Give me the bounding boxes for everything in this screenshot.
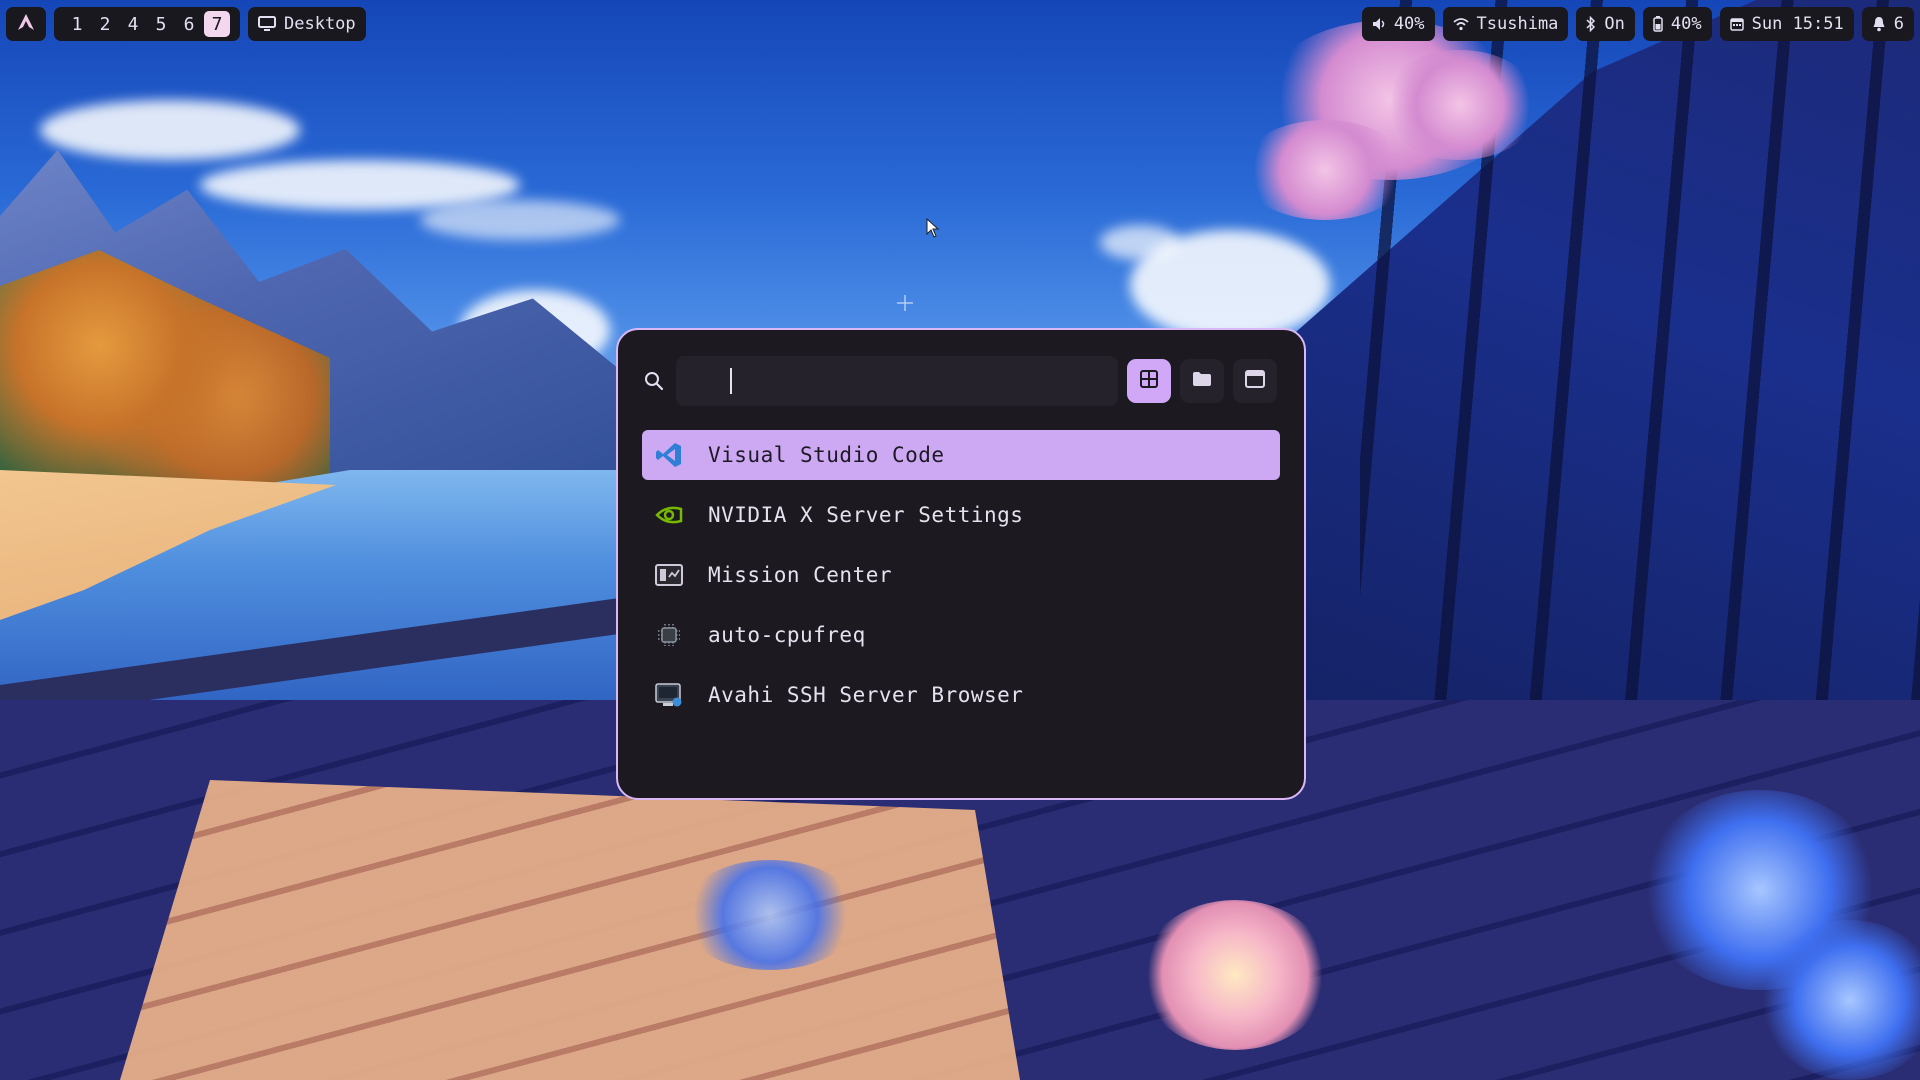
app-launcher: Visual Studio Code NVIDIA X Server Setti… xyxy=(616,328,1306,800)
workspace-switcher: 124567 xyxy=(54,7,240,41)
nvidia-icon xyxy=(654,500,684,530)
apps-mode-button[interactable] xyxy=(1127,359,1171,403)
workspace-1-button[interactable]: 1 xyxy=(64,11,90,37)
workspace-5-button[interactable]: 5 xyxy=(148,11,174,37)
calendar-icon xyxy=(1729,17,1744,31)
mission-center-icon xyxy=(654,560,684,590)
battery-value: 40% xyxy=(1670,14,1702,34)
vscode-icon xyxy=(654,440,684,470)
launcher-search-row xyxy=(638,356,1284,406)
search-icon xyxy=(638,371,670,391)
result-mission-center[interactable]: Mission Center xyxy=(642,550,1280,600)
result-label: auto-cpufreq xyxy=(708,623,866,647)
windows-mode-button[interactable] xyxy=(1233,359,1277,403)
monitor-icon xyxy=(258,16,276,32)
result-visual-studio-code[interactable]: Visual Studio Code xyxy=(642,430,1280,480)
result-avahi-ssh-browser[interactable]: Avahi SSH Server Browser xyxy=(642,670,1280,720)
bluetooth-status: On xyxy=(1604,14,1625,34)
result-label: Avahi SSH Server Browser xyxy=(708,683,1024,707)
top-bar-left: 124567 Desktop xyxy=(6,7,366,41)
avahi-icon xyxy=(654,680,684,710)
result-nvidia-settings[interactable]: NVIDIA X Server Settings xyxy=(642,490,1280,540)
workspace-4-button[interactable]: 4 xyxy=(120,11,146,37)
bluetooth-indicator[interactable]: On xyxy=(1576,7,1635,41)
battery-icon xyxy=(1653,16,1663,32)
result-auto-cpufreq[interactable]: auto-cpufreq xyxy=(642,610,1280,660)
clock-text: Sun 15:51 xyxy=(1751,14,1844,34)
top-bar: 124567 Desktop 40% Tsushima On 40% Sun 1… xyxy=(0,0,1920,48)
result-label: Mission Center xyxy=(708,563,893,587)
crosshair-icon xyxy=(896,294,914,316)
launcher-logo-button[interactable] xyxy=(6,7,46,41)
folder-icon xyxy=(1192,371,1212,391)
bell-icon xyxy=(1872,16,1886,32)
battery-indicator[interactable]: 40% xyxy=(1642,7,1712,41)
clock[interactable]: Sun 15:51 xyxy=(1719,7,1854,41)
result-label: NVIDIA X Server Settings xyxy=(708,503,1024,527)
notifications-button[interactable]: 6 xyxy=(1861,7,1914,41)
apps-grid-icon xyxy=(1140,370,1158,392)
mouse-cursor-icon xyxy=(926,217,940,242)
active-window-label[interactable]: Desktop xyxy=(248,7,366,41)
files-mode-button[interactable] xyxy=(1180,359,1224,403)
window-title: Desktop xyxy=(284,14,356,34)
volume-value: 40% xyxy=(1393,14,1425,34)
notification-count: 6 xyxy=(1893,14,1904,34)
cpu-icon xyxy=(654,620,684,650)
wifi-network: Tsushima xyxy=(1476,14,1559,34)
search-input[interactable] xyxy=(676,356,1118,406)
volume-indicator[interactable]: 40% xyxy=(1361,7,1435,41)
wifi-icon xyxy=(1452,17,1469,31)
workspace-2-button[interactable]: 2 xyxy=(92,11,118,37)
text-caret xyxy=(730,368,732,394)
bluetooth-icon xyxy=(1586,16,1596,32)
workspace-6-button[interactable]: 6 xyxy=(176,11,202,37)
wifi-indicator[interactable]: Tsushima xyxy=(1442,7,1569,41)
window-icon xyxy=(1245,370,1265,392)
result-label: Visual Studio Code xyxy=(708,443,945,467)
launcher-results-list: Visual Studio Code NVIDIA X Server Setti… xyxy=(642,430,1280,730)
top-bar-right: 40% Tsushima On 40% Sun 15:51 6 xyxy=(1361,7,1914,41)
workspace-7-button[interactable]: 7 xyxy=(204,11,230,37)
arch-logo-icon xyxy=(17,13,35,36)
speaker-icon xyxy=(1372,17,1386,31)
